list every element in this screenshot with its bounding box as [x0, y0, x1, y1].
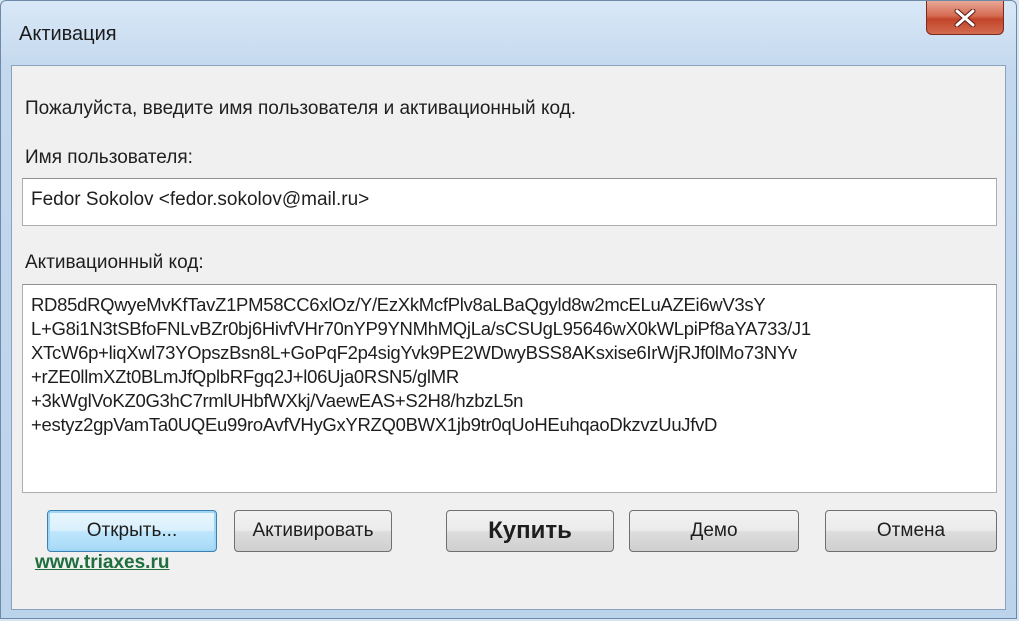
code-line: +estyz2gpVamTa0UQEu99roAvfVHyGxYRZQ0BWX1… — [31, 414, 718, 435]
close-button[interactable] — [926, 1, 1004, 35]
website-link[interactable]: www.triaxes.ru — [35, 552, 169, 574]
demo-button[interactable]: Демо — [629, 510, 799, 552]
open-button[interactable]: Открыть... — [47, 510, 217, 552]
activation-dialog: Активация Пожалуйста, введите имя пользо… — [0, 0, 1017, 619]
close-icon — [954, 8, 976, 27]
code-line: RD85dRQwyeMvKfTavZ1PM58CC6xlOz/Y/EzXkMcf… — [31, 294, 766, 315]
window-title: Активация — [19, 23, 117, 45]
username-label: Имя пользователя: — [25, 147, 193, 168]
code-line: +3kWglVoKZ0G3hC7rmlUHbfWXkj/VaewEAS+S2H8… — [31, 390, 524, 411]
buy-button[interactable]: Купить — [446, 510, 614, 552]
code-line: L+G8i1N3tSBfoFNLvBZr0bj6HivfVHr70nYP9YNM… — [31, 318, 811, 339]
dialog-body: Пожалуйста, введите имя пользователя и а… — [11, 65, 1006, 610]
code-line: XTcW6p+liqXwl73YOpszBsn8L+GoPqF2p4sigYvk… — [31, 342, 797, 363]
activate-button[interactable]: Активировать — [234, 510, 392, 552]
activation-code-label: Активационный код: — [25, 252, 204, 273]
cancel-button[interactable]: Отмена — [825, 510, 997, 552]
activation-code-input[interactable]: RD85dRQwyeMvKfTavZ1PM58CC6xlOz/Y/EzXkMcf… — [22, 284, 997, 493]
username-input[interactable]: Fedor Sokolov <fedor.sokolov@mail.ru> — [22, 178, 997, 226]
code-line: +rZE0llmXZt0BLmJfQplbRFgq2J+l06Uja0RSN5/… — [31, 366, 459, 387]
title-bar[interactable]: Активация — [1, 1, 1016, 65]
instruction-text: Пожалуйста, введите имя пользователя и а… — [25, 98, 576, 119]
